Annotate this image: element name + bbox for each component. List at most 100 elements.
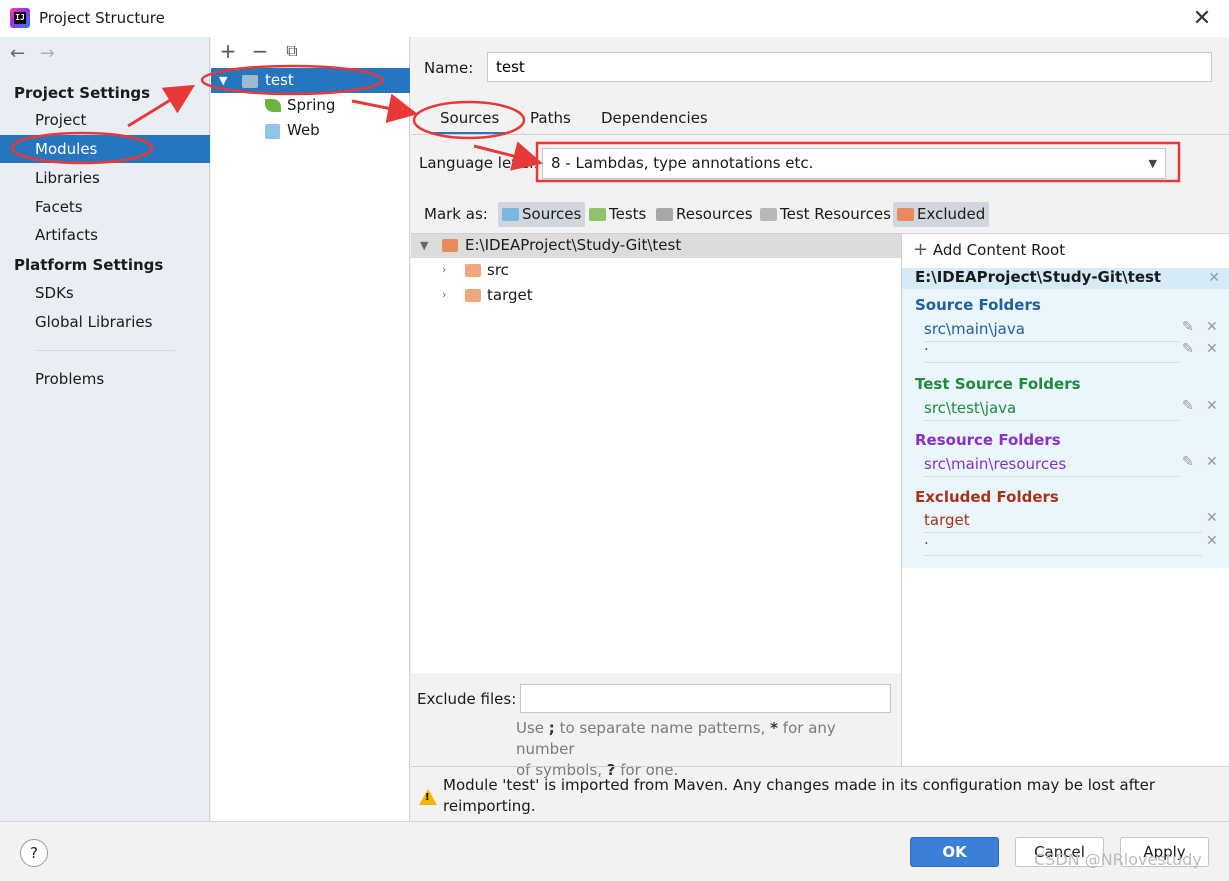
divider <box>924 341 1179 342</box>
chevron-right-icon[interactable]: › <box>442 263 446 276</box>
remove-icon[interactable]: ✕ <box>1206 341 1218 357</box>
tab-paths[interactable]: Paths <box>530 109 571 127</box>
remove-icon[interactable]: ✕ <box>1206 533 1218 549</box>
tree-row-root[interactable]: ▼ E:\IDEAProject\Study-Git\test <box>411 234 901 258</box>
tests-folder-icon <box>589 208 606 221</box>
chevron-down-icon[interactable]: ▼ <box>219 68 227 93</box>
module-name-input[interactable] <box>487 52 1212 82</box>
remove-icon[interactable]: ✕ <box>1206 398 1218 414</box>
exclude-files-input[interactable] <box>520 684 891 713</box>
project-settings-header: Project Settings <box>14 84 151 102</box>
add-module-button[interactable]: + <box>217 39 239 63</box>
remove-root-icon[interactable]: ✕ <box>1208 270 1220 286</box>
mark-as-sources-button[interactable]: Sources <box>498 202 586 227</box>
chevron-right-icon[interactable]: › <box>442 288 446 301</box>
language-level-label: Language level: <box>419 154 539 172</box>
divider <box>924 555 1202 556</box>
copy-module-button[interactable]: ⧉ <box>281 39 303 63</box>
nav-arrows: ← → <box>10 43 64 64</box>
mark-as-excluded-button[interactable]: Excluded <box>893 202 990 227</box>
content-root-block: E:\IDEAProject\Study-Git\test ✕ Source F… <box>902 268 1229 568</box>
mark-as-resources-button[interactable]: Resources <box>652 202 757 227</box>
tree-row-target[interactable]: › target <box>411 283 901 308</box>
test-folders-title: Test Source Folders <box>915 375 1081 393</box>
warning-text: Module 'test' is imported from Maven. An… <box>443 776 1156 815</box>
web-facet-icon <box>265 124 280 139</box>
add-icon: + <box>913 239 929 260</box>
add-content-root-button[interactable]: + Add Content Root <box>913 239 1065 260</box>
mark-button-label: Tests <box>609 205 647 223</box>
mark-button-label: Sources <box>522 205 582 223</box>
mark-as-label: Mark as: <box>424 205 488 223</box>
mark-button-label: Test Resources <box>780 205 891 223</box>
sidebar-item-artifacts[interactable]: Artifacts <box>0 221 210 249</box>
edit-icon[interactable]: ✎ <box>1182 398 1194 414</box>
help-button[interactable]: ? <box>20 839 48 867</box>
warning-icon: ! <box>419 789 437 805</box>
spring-leaf-icon <box>265 99 281 112</box>
title-bar: IJ Project Structure ✕ <box>0 0 1229 37</box>
mark-as-test-resources-button[interactable]: Test Resources <box>756 202 895 227</box>
source-folder-item: src\main\java <box>924 320 1025 338</box>
chevron-down-icon[interactable]: ▼ <box>420 239 428 252</box>
excluded-folder-icon <box>897 208 914 221</box>
divider <box>924 362 1179 363</box>
resource-folders-title: Resource Folders <box>915 431 1061 449</box>
mark-as-tests-button[interactable]: Tests <box>585 202 650 227</box>
remove-icon[interactable]: ✕ <box>1206 510 1218 526</box>
folder-icon <box>465 264 481 277</box>
hint-text: to separate name patterns, <box>554 719 771 737</box>
content-roots-panel: + Add Content Root E:\IDEAProject\Study-… <box>901 233 1229 766</box>
module-tree-item-test[interactable]: ▼ test <box>211 68 410 93</box>
resources-folder-icon <box>656 208 673 221</box>
mark-button-label: Excluded <box>917 205 986 223</box>
edit-icon[interactable]: ✎ <box>1182 454 1194 470</box>
edit-icon[interactable]: ✎ <box>1182 341 1194 357</box>
content-root-path: E:\IDEAProject\Study-Git\test <box>915 268 1162 286</box>
watermark: CSDN @NRlovestudy <box>1034 850 1202 869</box>
sidebar-item-sdks[interactable]: SDKs <box>0 279 210 307</box>
sidebar-item-problems[interactable]: Problems <box>0 365 210 393</box>
tree-row-src[interactable]: › src <box>411 258 901 283</box>
tab-sources[interactable]: Sources <box>440 109 499 127</box>
sidebar-item-project[interactable]: Project <box>0 106 210 134</box>
remove-module-button[interactable]: − <box>249 39 271 63</box>
folder-tree: ▼ E:\IDEAProject\Study-Git\test › src › … <box>411 233 901 673</box>
content-root-header: E:\IDEAProject\Study-Git\test ✕ <box>902 268 1229 289</box>
module-settings: Name: Sources Paths Dependencies Languag… <box>411 37 1229 821</box>
resource-folder-item: src\main\resources <box>924 455 1067 473</box>
ok-button[interactable]: OK <box>910 837 999 867</box>
tab-divider <box>411 134 1229 135</box>
tab-dependencies[interactable]: Dependencies <box>601 109 708 127</box>
divider <box>924 532 1202 533</box>
hint-text: Use <box>516 719 549 737</box>
modules-toolbar: + − ⧉ <box>211 37 410 67</box>
folder-icon <box>442 239 458 252</box>
module-tree-item-web[interactable]: Web <box>211 118 410 143</box>
back-arrow-icon[interactable]: ← <box>10 43 34 64</box>
excluded-folders-title: Excluded Folders <box>915 488 1059 506</box>
intellij-logo-icon: IJ <box>10 8 30 28</box>
mark-button-label: Resources <box>676 205 753 223</box>
modules-panel: + − ⧉ ▼ test Spring Web <box>211 37 410 821</box>
folder-name: src <box>487 261 509 279</box>
facet-name: Web <box>287 121 320 139</box>
module-tree-item-spring[interactable]: Spring <box>211 93 410 118</box>
close-window-button[interactable]: ✕ <box>1189 6 1215 32</box>
remove-icon[interactable]: ✕ <box>1206 319 1218 335</box>
sidebar-item-modules[interactable]: Modules <box>0 135 210 163</box>
window-title: Project Structure <box>39 9 165 27</box>
forward-arrow-icon[interactable]: → <box>40 43 64 64</box>
folder-name: target <box>487 286 533 304</box>
test-folder-item: src\test\java <box>924 399 1017 417</box>
language-level-dropdown[interactable]: 8 - Lambdas, type annotations etc. ▼ <box>542 148 1166 179</box>
sidebar-item-libraries[interactable]: Libraries <box>0 164 210 192</box>
remove-icon[interactable]: ✕ <box>1206 454 1218 470</box>
sidebar-item-global-libraries[interactable]: Global Libraries <box>0 308 210 336</box>
edit-icon[interactable]: ✎ <box>1182 319 1194 335</box>
source-folder-item: . <box>924 336 929 354</box>
module-folder-icon <box>242 75 258 88</box>
exclude-files-label: Exclude files: <box>417 690 517 708</box>
sidebar-divider <box>35 350 175 351</box>
sidebar-item-facets[interactable]: Facets <box>0 193 210 221</box>
